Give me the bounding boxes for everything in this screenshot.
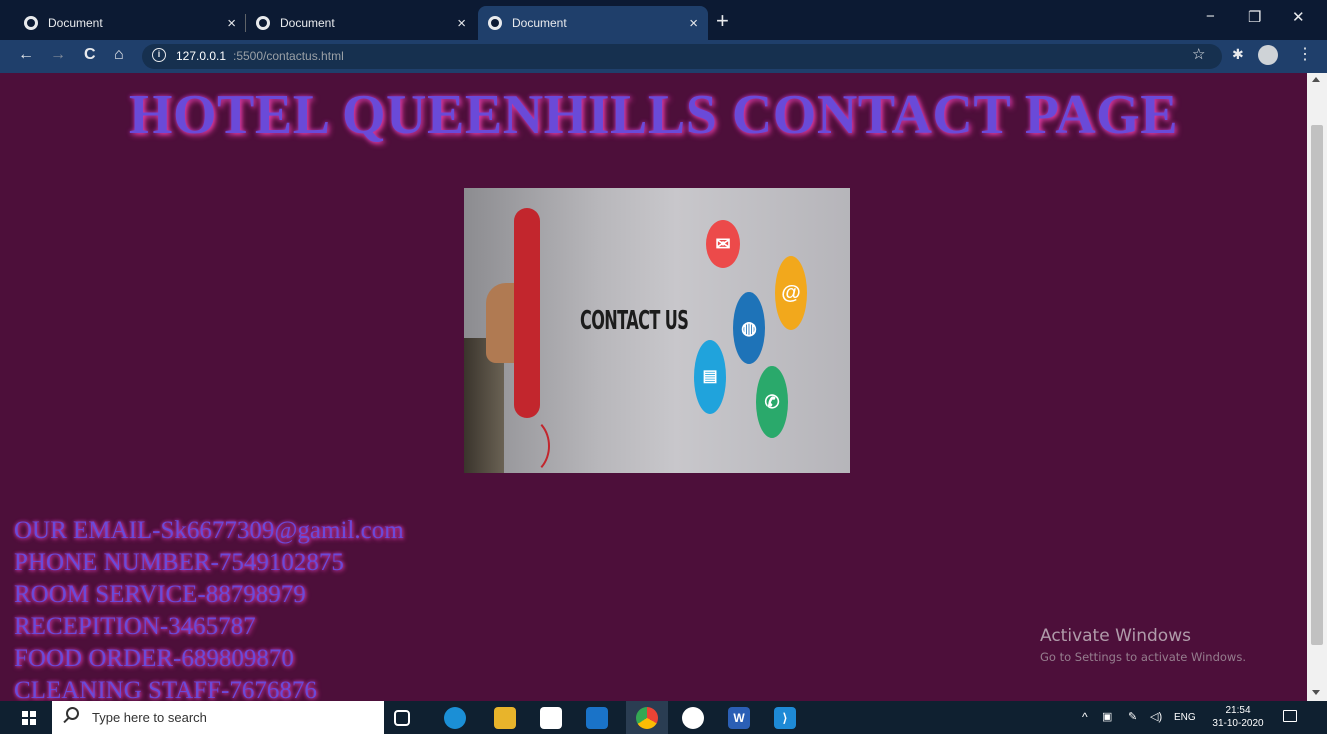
clock-date: 31-10-2020 [1212,718,1264,729]
address-bar[interactable]: i 127.0.0.1 :5500/contactus.html [142,44,1222,69]
contact-room-service: ROOM SERVICE-88798979 [14,581,306,608]
fax-icon: ▤ [694,340,726,414]
search-icon [66,707,79,720]
notification-center-icon[interactable] [1283,710,1297,722]
word-app-icon[interactable]: W [728,707,750,729]
contact-phone: PHONE NUMBER-7549102875 [14,549,344,576]
contact-page: HOTEL QUEENHILLS CONTACT PAGE CONTACT US… [0,73,1307,701]
phone-icon: ✆ [756,366,788,438]
globe-icon: ◍ [733,292,765,364]
browser-tab-strip: Document × Document × Document × + − ❐ ✕ [0,0,1327,40]
globe-icon [256,16,270,30]
globe-icon [24,16,38,30]
contact-reception: RECEPITION-3465787 [14,613,256,640]
taskbar-search-box[interactable]: Type here to search [52,701,384,734]
contact-us-label: CONTACT US [580,306,689,336]
mail-icon: ✉ [706,220,740,268]
restore-button[interactable]: ❐ [1248,8,1261,26]
file-explorer-icon[interactable] [494,707,516,729]
phone-cord-graphic [500,416,550,473]
chrome-browser-icon[interactable] [636,707,658,729]
forward-button[interactable]: → [50,46,66,64]
close-window-button[interactable]: ✕ [1292,8,1305,26]
vscode-app-icon[interactable]: ⟩ [774,707,796,729]
browser-toolbar: ← → C ⌂ i 127.0.0.1 :5500/contactus.html… [0,40,1327,73]
volume-tray-icon[interactable]: ◁) [1150,710,1162,723]
tab-document-3-active[interactable]: Document × [478,6,708,40]
at-sign-icon: @ [775,256,807,330]
language-indicator[interactable]: ENG [1174,712,1196,723]
page-title: HOTEL QUEENHILLS CONTACT PAGE [128,84,1179,146]
close-tab-icon[interactable]: × [689,15,698,32]
close-tab-icon[interactable]: × [457,15,466,32]
close-tab-icon[interactable]: × [227,15,236,32]
clock-time: 21:54 [1225,705,1251,716]
vertical-scrollbar[interactable] [1307,73,1327,701]
contact-details-list: OUR EMAIL-Sk6677309@gamil.com PHONE NUMB… [14,515,404,701]
mail-app-icon[interactable] [586,707,608,729]
contact-us-image: CONTACT US ✉ @ ◍ ▤ ✆ [464,188,850,473]
network-tray-icon[interactable]: ▣ [1102,710,1112,723]
globe-icon [488,16,502,30]
tab-title: Document [48,16,103,30]
pen-tray-icon[interactable]: ✎ [1128,710,1137,723]
watermark-subtitle: Go to Settings to activate Windows. [1040,650,1246,664]
back-button[interactable]: ← [18,46,34,64]
contact-food-order: FOOD ORDER-689809870 [14,645,294,672]
contact-email: OUR EMAIL-Sk6677309@gamil.com [14,517,404,544]
url-host: 127.0.0.1 [176,49,227,63]
scroll-up-arrow-icon[interactable] [1312,77,1320,82]
tab-document-2[interactable]: Document × [246,6,476,40]
url-path: :5500/contactus.html [233,49,344,63]
scrollbar-thumb[interactable] [1311,125,1323,645]
reload-button[interactable]: C [84,46,96,64]
microsoft-store-icon[interactable] [540,707,562,729]
tray-expand-chevron-icon[interactable]: ^ [1082,710,1088,724]
phone-handset-graphic [514,208,540,418]
windows-start-icon[interactable] [22,711,36,725]
taskbar-clock[interactable]: 21:54 31-10-2020 [1208,704,1268,730]
task-view-icon[interactable] [394,710,410,726]
tab-document-1[interactable]: Document × [14,6,246,40]
home-button[interactable]: ⌂ [114,46,124,64]
new-tab-button[interactable]: + [716,8,729,34]
bookmark-star-icon[interactable]: ☆ [1192,45,1205,63]
contact-cleaning-staff: CLEANING STAFF-7676876 [14,677,317,701]
search-placeholder: Type here to search [92,710,207,725]
media-player-icon[interactable] [682,707,704,729]
profile-avatar[interactable] [1258,45,1278,65]
site-info-icon[interactable]: i [152,48,166,62]
minimize-button[interactable]: − [1206,8,1215,25]
extensions-puzzle-icon[interactable]: ✱ [1232,46,1244,63]
browser-menu-icon[interactable]: ⋮ [1297,44,1313,64]
edge-browser-icon[interactable] [444,707,466,729]
windows-taskbar: Type here to search W ⟩ ^ ▣ ✎ ◁) ENG 21:… [0,701,1327,734]
tab-title: Document [280,16,335,30]
watermark-title: Activate Windows [1040,626,1191,646]
scroll-down-arrow-icon[interactable] [1312,690,1320,695]
tab-title: Document [512,16,567,30]
activate-windows-watermark: Activate Windows Go to Settings to activ… [1040,626,1246,664]
